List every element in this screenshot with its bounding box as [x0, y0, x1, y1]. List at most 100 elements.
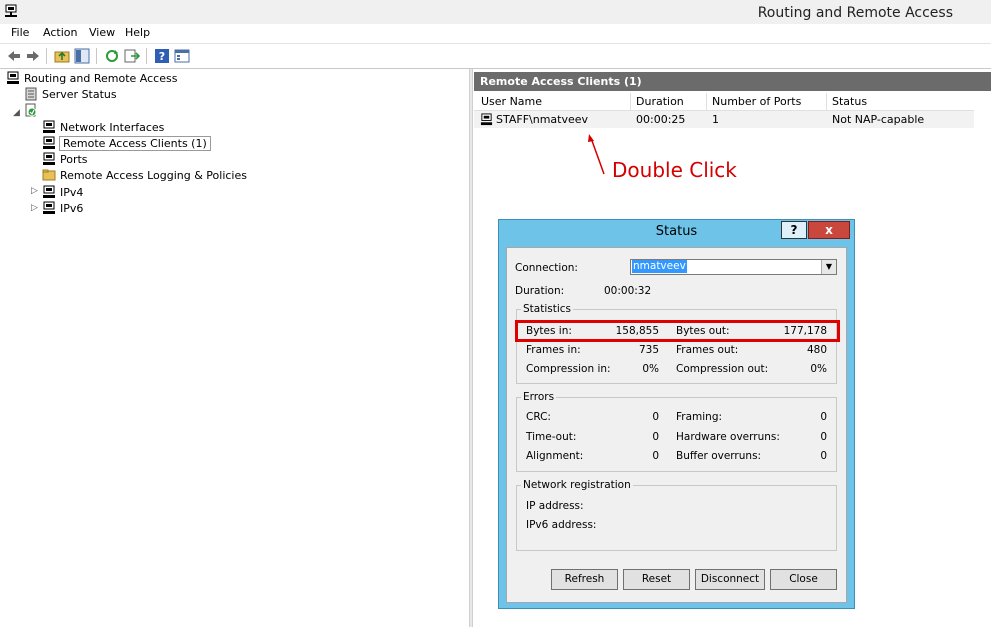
remote-user-icon [480, 113, 493, 126]
console-tree: Routing and Remote Access Server Status … [0, 69, 469, 627]
column-separator[interactable] [706, 93, 707, 110]
properties-icon[interactable] [174, 48, 190, 64]
menu-help[interactable]: Help [125, 26, 150, 39]
toolbar-separator [46, 48, 47, 64]
network-interfaces-icon [43, 120, 55, 133]
frames-in-value: 735 [638, 344, 659, 356]
collapse-arrow-icon[interactable]: ◢ [13, 108, 20, 118]
buffer-overruns-label: Buffer overruns: [676, 450, 762, 462]
column-duration[interactable]: Duration [636, 95, 684, 108]
tree-label: Server Status [42, 88, 117, 101]
statistics-group-title: Statistics [521, 303, 573, 315]
tree-item-root[interactable]: Routing and Remote Access [6, 71, 177, 87]
ipv6-icon [43, 201, 55, 214]
timeout-label: Time-out: [526, 431, 577, 443]
duration-value: 00:00:32 [604, 285, 652, 297]
expand-arrow-icon[interactable]: ▷ [31, 203, 38, 213]
network-registration-group-title: Network registration [521, 479, 633, 491]
close-icon[interactable]: x [808, 221, 850, 239]
help-button[interactable]: ? [781, 221, 807, 239]
annotation-arrow-icon [588, 134, 605, 175]
window-title: Routing and Remote Access [757, 5, 953, 21]
network-registration-group [516, 485, 837, 551]
bytes-highlight-box [515, 320, 840, 342]
tree-item-ipv6[interactable]: IPv6 [42, 201, 83, 217]
cell-status: Not NAP-capable [832, 113, 925, 126]
status-dialog: Status ? x Connection: nmatveev ▼ Durati… [498, 219, 855, 609]
tree-label: Ports [60, 153, 88, 166]
server-status-icon [25, 87, 37, 101]
tree-item-ports[interactable]: Ports [42, 152, 88, 168]
frames-out-value: 480 [806, 344, 827, 356]
title-bar: Routing and Remote Access [0, 0, 991, 24]
folder-icon [42, 169, 56, 181]
cell-duration: 00:00:25 [636, 113, 686, 126]
close-button[interactable]: Close [770, 569, 837, 590]
tree-label: IPv6 [60, 202, 84, 215]
tree-label: Remote Access Logging & Policies [60, 169, 247, 182]
refresh-button[interactable]: Refresh [551, 569, 618, 590]
export-list-icon[interactable] [124, 48, 140, 64]
frames-out-label: Frames out: [676, 344, 739, 356]
reset-button[interactable]: Reset [623, 569, 690, 590]
connection-value: nmatveev [632, 260, 687, 273]
tree-item-local-server[interactable] [24, 103, 42, 119]
errors-group-title: Errors [521, 391, 557, 403]
hardware-overruns-label: Hardware overruns: [676, 431, 780, 443]
up-folder-icon[interactable] [54, 48, 70, 64]
framing-value: 0 [820, 411, 827, 423]
tree-item-network-interfaces[interactable]: Network Interfaces [42, 120, 164, 136]
column-status[interactable]: Status [832, 95, 867, 108]
ipv4-icon [43, 185, 55, 198]
server-icon [7, 71, 19, 84]
ports-icon [43, 152, 55, 165]
expand-arrow-icon[interactable]: ▷ [31, 186, 38, 196]
duration-label: Duration: [515, 285, 565, 297]
server-running-icon [25, 103, 37, 117]
column-separator[interactable] [630, 93, 631, 110]
menu-file[interactable]: File [11, 26, 29, 39]
rras-app-icon[interactable] [4, 4, 18, 18]
remote-clients-icon [43, 136, 55, 149]
annotation-text: Double Click [612, 158, 737, 182]
toolbar-separator [146, 48, 147, 64]
tree-item-remote-access-clients[interactable]: Remote Access Clients (1) [42, 136, 211, 152]
framing-label: Framing: [676, 411, 723, 423]
compression-in-label: Compression in: [526, 363, 611, 375]
column-number-of-ports[interactable]: Number of Ports [712, 95, 801, 108]
buffer-overruns-value: 0 [820, 450, 827, 462]
back-arrow-icon[interactable] [6, 48, 22, 64]
show-hide-tree-icon[interactable] [74, 48, 90, 64]
refresh-icon[interactable] [104, 48, 120, 64]
chevron-down-icon[interactable]: ▼ [821, 260, 836, 274]
disconnect-button[interactable]: Disconnect [695, 569, 765, 590]
crc-value: 0 [652, 411, 659, 423]
column-user-name[interactable]: User Name [481, 95, 542, 108]
help-icon[interactable]: ? [154, 48, 170, 64]
compression-in-value: 0% [642, 363, 659, 375]
compression-out-value: 0% [810, 363, 827, 375]
tree-label: IPv4 [60, 186, 84, 199]
ip-address-label: IP address: [526, 500, 584, 512]
toolbar: ? [0, 44, 991, 69]
column-separator[interactable] [826, 93, 827, 110]
alignment-label: Alignment: [526, 450, 584, 462]
list-column-headers: User Name Duration Number of Ports Statu… [474, 93, 974, 111]
ipv6-address-label: IPv6 address: [526, 519, 597, 531]
table-row[interactable]: STAFF\nmatveev 00:00:25 1 Not NAP-capabl… [474, 111, 974, 128]
frames-in-label: Frames in: [526, 344, 581, 356]
pane-splitter[interactable] [469, 69, 473, 627]
tree-label: Network Interfaces [60, 121, 165, 134]
svg-text:?: ? [159, 50, 165, 63]
compression-out-label: Compression out: [676, 363, 769, 375]
tree-item-server-status[interactable]: Server Status [24, 87, 117, 103]
cell-ports: 1 [712, 113, 719, 126]
tree-item-logging-policies[interactable]: Remote Access Logging & Policies [42, 168, 247, 184]
tree-item-ipv4[interactable]: IPv4 [42, 185, 83, 201]
menu-view[interactable]: View [89, 26, 115, 39]
menu-action[interactable]: Action [43, 26, 77, 39]
forward-arrow-icon[interactable] [25, 48, 41, 64]
connection-select[interactable]: nmatveev ▼ [630, 259, 837, 275]
connection-label: Connection: [515, 262, 578, 274]
toolbar-separator [96, 48, 97, 64]
